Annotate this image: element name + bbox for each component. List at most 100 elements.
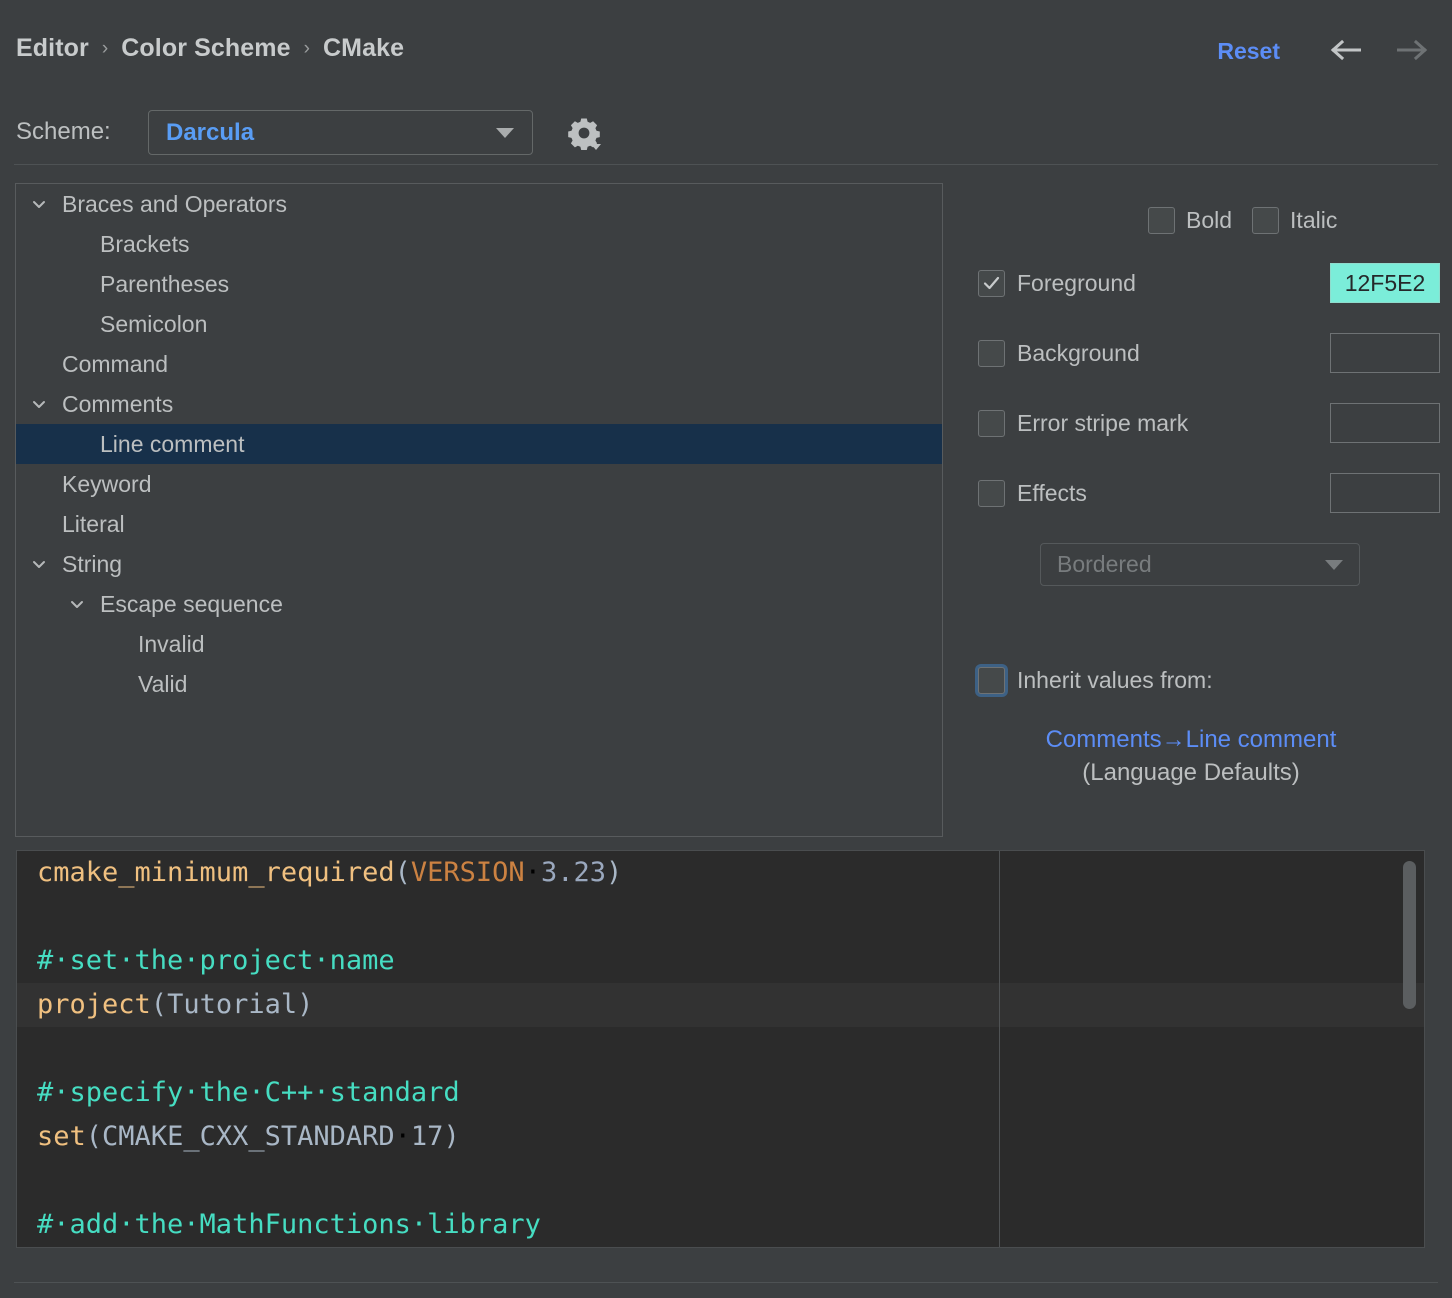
- tree-item-label: Comments: [62, 390, 174, 417]
- tree-item-label: Escape sequence: [100, 590, 283, 617]
- background-color-swatch[interactable]: [1330, 333, 1440, 373]
- tree-item-label: Command: [62, 350, 169, 377]
- vertical-scrollbar[interactable]: [1403, 861, 1416, 1009]
- chevron-down-icon[interactable]: [24, 195, 54, 213]
- tree-item[interactable]: Literal: [16, 504, 942, 544]
- chevron-down-icon[interactable]: [24, 395, 54, 413]
- italic-checkbox[interactable]: [1252, 207, 1280, 234]
- italic-label: Italic: [1290, 207, 1338, 233]
- attributes-pane: Bold Italic Foreground 12F5E2 Background…: [960, 183, 1440, 837]
- code-token: (: [394, 857, 411, 888]
- inherit-source-sublabel: (Language Defaults): [1082, 759, 1300, 786]
- code-token: VERSION: [410, 857, 525, 888]
- gear-icon[interactable]: [561, 112, 607, 154]
- scheme-selected-value: Darcula: [166, 118, 255, 146]
- scheme-select[interactable]: Darcula: [148, 110, 533, 155]
- effects-label: Effects: [1017, 479, 1087, 506]
- error-stripe-label: Error stripe mark: [1017, 409, 1189, 436]
- code-token: cmake_minimum_required: [37, 857, 395, 888]
- inherit-source-link[interactable]: Comments→Line comment: [960, 723, 1422, 756]
- effects-color-swatch[interactable]: [1330, 473, 1440, 513]
- color-settings-tree[interactable]: Braces and Operators Brackets Parentheses S…: [15, 183, 943, 837]
- foreground-row: Foreground 12F5E2: [978, 263, 1440, 303]
- code-token: ): [297, 989, 314, 1020]
- error-stripe-color-swatch[interactable]: [1330, 403, 1440, 443]
- tree-item-label: Keyword: [62, 470, 152, 497]
- foreground-label: Foreground: [1017, 269, 1136, 296]
- code-line: cmake_minimum_required(VERSION·3.23): [17, 851, 1424, 895]
- arrow-left-icon[interactable]: [1328, 33, 1368, 67]
- tree-item[interactable]: Braces and Operators: [16, 184, 942, 224]
- foreground-checkbox[interactable]: [978, 269, 1005, 297]
- code-token: Tutorial: [167, 989, 298, 1020]
- tree-item[interactable]: Parentheses: [16, 264, 942, 304]
- breadcrumb-item-editor[interactable]: Editor: [16, 34, 89, 63]
- tree-item-label: Valid: [138, 670, 188, 697]
- code-line: #·add·the·MathFunctions·library: [17, 1203, 1424, 1247]
- breadcrumb-item-cmake[interactable]: CMake: [323, 34, 404, 63]
- tree-item[interactable]: Escape sequence: [16, 584, 942, 624]
- error-stripe-row: Error stripe mark: [978, 403, 1440, 443]
- inherit-values-checkbox[interactable]: [978, 667, 1005, 694]
- code-token: #·set·the·project·name: [37, 945, 395, 976]
- footer-divider: [14, 1282, 1438, 1283]
- tree-item[interactable]: Comments: [16, 384, 942, 424]
- tree-item[interactable]: Brackets: [16, 224, 942, 264]
- breadcrumb: Editor › Color Scheme › CMake: [16, 34, 404, 63]
- tree-item-label: String: [62, 550, 123, 577]
- code-token: (: [85, 1121, 103, 1152]
- code-token: ·: [394, 1121, 411, 1152]
- tree-item[interactable]: String: [16, 544, 942, 584]
- code-token: project: [37, 989, 151, 1020]
- chevron-down-icon: [1325, 559, 1343, 570]
- header-divider: [14, 164, 1438, 165]
- effects-row: Effects: [978, 473, 1440, 513]
- code-token: #·specify·the·C++·standard: [37, 1077, 460, 1108]
- tree-item[interactable]: Command: [16, 344, 942, 384]
- foreground-color-swatch[interactable]: 12F5E2: [1330, 263, 1440, 303]
- tree-item-label: Invalid: [138, 630, 205, 657]
- reset-button[interactable]: Reset: [1217, 38, 1280, 65]
- italic-checkbox-group[interactable]: Italic: [1252, 207, 1337, 234]
- code-line: project(Tutorial): [17, 983, 1424, 1027]
- breadcrumb-item-color-scheme[interactable]: Color Scheme: [121, 34, 290, 63]
- code-token: 3.23: [540, 857, 606, 888]
- effect-type-select: Bordered: [1040, 543, 1360, 586]
- tree-item[interactable]: Semicolon: [16, 304, 942, 344]
- background-checkbox[interactable]: [978, 339, 1005, 367]
- code-token: ): [443, 1121, 460, 1152]
- breadcrumb-separator: ›: [303, 37, 311, 59]
- effects-checkbox[interactable]: [978, 479, 1005, 507]
- bold-label: Bold: [1186, 207, 1233, 233]
- tree-item[interactable]: Keyword: [16, 464, 942, 504]
- breadcrumb-separator: ›: [101, 37, 109, 59]
- font-style-row: Bold Italic: [1148, 207, 1337, 234]
- code-preview[interactable]: cmake_minimum_required(VERSION·3.23) #·s…: [16, 850, 1425, 1248]
- chevron-down-icon: [496, 127, 514, 138]
- code-token: 17: [410, 1121, 444, 1152]
- code-line: set(CMAKE_CXX_STANDARD·17): [17, 1115, 1424, 1159]
- chevron-down-icon[interactable]: [24, 555, 54, 573]
- tree-item-label: Brackets: [100, 230, 190, 257]
- code-token: CMAKE_CXX_STANDARD: [102, 1121, 395, 1152]
- inherit-values-row[interactable]: Inherit values from:: [978, 667, 1213, 694]
- bold-checkbox-group[interactable]: Bold: [1148, 207, 1232, 234]
- code-token: (: [150, 989, 168, 1020]
- tree-item-label: Semicolon: [100, 310, 208, 337]
- code-token: ): [605, 857, 623, 888]
- tree-item-label: Braces and Operators: [62, 190, 288, 217]
- tree-item[interactable]: Valid: [16, 664, 942, 704]
- error-stripe-checkbox[interactable]: [978, 409, 1005, 437]
- effect-type-value: Bordered: [1057, 551, 1152, 577]
- chevron-down-icon[interactable]: [62, 595, 92, 613]
- background-label: Background: [1017, 339, 1140, 366]
- code-line: #·set·the·project·name: [17, 939, 1424, 983]
- inherit-values-label: Inherit values from:: [1017, 667, 1213, 693]
- code-line: #·specify·the·C++·standard: [17, 1071, 1424, 1115]
- tree-item[interactable]: Line comment: [16, 424, 942, 464]
- tree-item[interactable]: Invalid: [16, 624, 942, 664]
- bold-checkbox[interactable]: [1148, 207, 1175, 234]
